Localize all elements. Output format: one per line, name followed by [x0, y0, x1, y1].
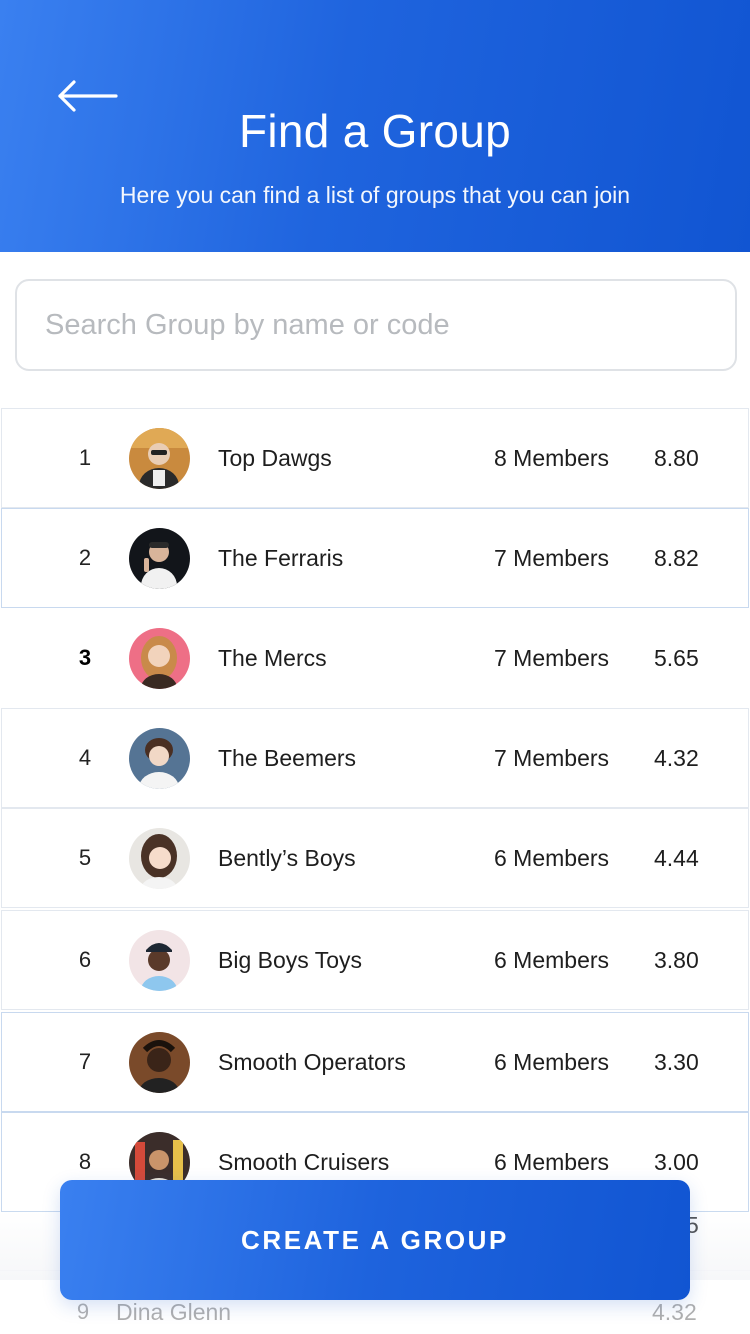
group-rank: 9 [76, 1299, 90, 1324]
avatar [129, 1031, 190, 1093]
group-score: 3.00 [654, 1148, 699, 1175]
group-name: Top Dawgs [218, 444, 332, 471]
search-box [15, 279, 737, 371]
group-row[interactable]: 7 Smooth Operators 6 Members 3.30 [1, 1012, 749, 1112]
group-rank: 8 [78, 1149, 92, 1174]
avatar [129, 827, 190, 889]
group-rank: 6 [78, 947, 92, 972]
member-count: 6 Members [494, 1148, 610, 1175]
group-score: 3.30 [654, 1048, 699, 1075]
search-input[interactable] [17, 281, 735, 369]
avatar [129, 727, 190, 789]
page-header: Find a Group Here you can find a list of… [0, 0, 750, 252]
member-count: 8 Members [494, 444, 610, 471]
group-score: 8.80 [654, 444, 699, 471]
group-row[interactable]: 4 The Beemers 7 Members 4.32 [1, 708, 749, 808]
group-row[interactable]: 2 The Ferraris 7 Members 8.82 [1, 508, 749, 608]
group-score: 4.44 [654, 844, 699, 871]
member-count: 6 Members [494, 946, 610, 973]
group-row[interactable]: 1 Top Dawgs 8 Members 8.80 [1, 408, 749, 508]
group-score: 3.80 [654, 946, 699, 973]
group-score: 5.65 [654, 644, 699, 671]
group-rank: 4 [78, 745, 92, 770]
group-score: 8.82 [654, 544, 699, 571]
group-row[interactable]: 5 Bently’s Boys 6 Members 4.44 [1, 808, 749, 908]
group-rank: 1 [78, 445, 92, 470]
avatar [129, 929, 190, 991]
group-name: Dina Glenn [116, 1299, 232, 1325]
create-group-button[interactable]: CREATE A GROUP [60, 1180, 690, 1300]
avatar [129, 427, 190, 489]
group-name: Big Boys Toys [218, 946, 363, 973]
group-rank: 5 [78, 845, 92, 870]
page-title: Find a Group [238, 105, 512, 157]
group-rank: 7 [78, 1049, 92, 1074]
member-count: 7 Members [494, 544, 610, 571]
group-score: 4.32 [652, 1299, 697, 1325]
avatar [129, 627, 190, 689]
group-name: The Beemers [218, 744, 357, 771]
group-row[interactable]: 6 Big Boys Toys 6 Members 3.80 [1, 910, 749, 1010]
group-rank: 3 [78, 645, 92, 670]
member-count: 7 Members [494, 644, 610, 671]
group-score: 4.32 [654, 744, 699, 771]
group-name: Smooth Cruisers [218, 1148, 390, 1175]
member-count: 7 Members [494, 744, 610, 771]
group-name: Smooth Operators [218, 1048, 406, 1075]
group-row[interactable]: 3 The Mercs 7 Members 5.65 [1, 608, 749, 708]
avatar [129, 527, 190, 589]
member-count: 6 Members [494, 844, 610, 871]
member-count: 6 Members [494, 1048, 610, 1075]
group-name: The Ferraris [218, 544, 344, 571]
group-name: Bently’s Boys [218, 844, 356, 871]
page-subtitle: Here you can find a list of groups that … [119, 182, 631, 208]
group-name: The Mercs [218, 644, 327, 671]
group-rank: 2 [78, 545, 92, 570]
